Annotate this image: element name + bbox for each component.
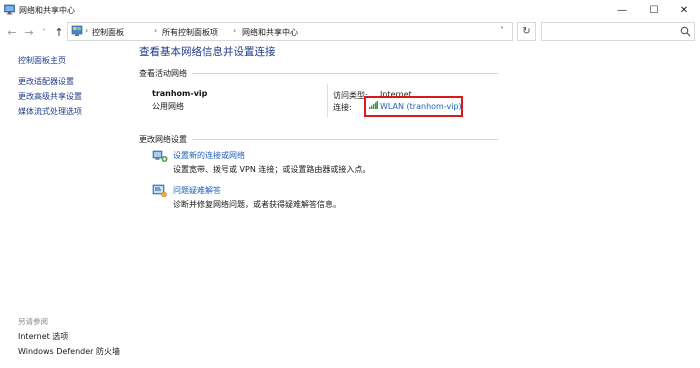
back-arrow-icon: ← bbox=[7, 25, 17, 39]
network-type: 公用网络 bbox=[152, 102, 184, 111]
troubleshoot-icon bbox=[152, 184, 167, 198]
troubleshoot-link[interactable]: 问题疑难解答 bbox=[173, 185, 221, 196]
sidebar-link-internet-options[interactable]: Internet 选项 bbox=[18, 331, 68, 342]
connection-label: 连接: bbox=[333, 103, 352, 112]
network-setup-icon bbox=[152, 150, 168, 162]
network-name: tranhom-vip bbox=[152, 89, 208, 98]
breadcrumb-separator: › bbox=[154, 26, 158, 35]
title-bar bbox=[0, 0, 700, 20]
sidebar-item-media-streaming[interactable]: 媒体流式处理选项 bbox=[18, 106, 82, 117]
back-button[interactable]: ← bbox=[5, 25, 19, 39]
sidebar-item-control-panel-home[interactable]: 控制面板主页 bbox=[18, 55, 66, 66]
refresh-button[interactable]: ↻ bbox=[517, 22, 536, 41]
sidebar-item-advanced-sharing[interactable]: 更改高级共享设置 bbox=[18, 91, 82, 102]
control-panel-icon bbox=[71, 25, 83, 36]
forward-button[interactable]: → bbox=[22, 25, 36, 39]
minimize-button[interactable]: — bbox=[606, 0, 638, 20]
sidebar-item-adapter-settings[interactable]: 更改适配器设置 bbox=[18, 76, 74, 87]
refresh-icon: ↻ bbox=[522, 26, 531, 37]
minimize-icon: — bbox=[617, 4, 627, 16]
sidebar-link-firewall[interactable]: Windows Defender 防火墙 bbox=[18, 346, 120, 357]
window-title: 网络和共享中心 bbox=[19, 6, 75, 15]
up-button[interactable]: ↑ bbox=[52, 25, 66, 39]
breadcrumb-separator: › bbox=[233, 26, 237, 35]
maximize-button[interactable]: ☐ bbox=[638, 0, 670, 20]
breadcrumb-network-center[interactable]: 网络和共享中心 bbox=[242, 27, 298, 38]
address-dropdown-icon[interactable]: ˅ bbox=[500, 26, 504, 35]
setup-new-connection-description: 设置宽带、拨号或 VPN 连接；或设置路由器或接入点。 bbox=[173, 165, 371, 174]
setup-new-connection-link[interactable]: 设置新的连接或网络 bbox=[173, 150, 245, 161]
breadcrumb-all-items[interactable]: 所有控制面板项 bbox=[162, 27, 218, 38]
forward-arrow-icon: → bbox=[24, 25, 34, 39]
section-divider bbox=[192, 73, 498, 74]
breadcrumb-separator: › bbox=[85, 26, 89, 35]
change-settings-heading: 更改网络设置 bbox=[139, 135, 187, 144]
wlan-connection-link[interactable]: WLAN (tranhom-vip) bbox=[380, 102, 462, 111]
see-also-heading: 另请参阅 bbox=[18, 317, 48, 326]
section-divider bbox=[192, 139, 498, 140]
maximize-icon: ☐ bbox=[649, 4, 659, 16]
breadcrumb-control-panel[interactable]: 控制面板 bbox=[92, 27, 124, 38]
active-networks-heading: 查看活动网络 bbox=[139, 69, 187, 78]
wifi-signal-icon bbox=[369, 101, 378, 109]
access-type-label: 访问类型: bbox=[333, 91, 368, 100]
search-input[interactable] bbox=[541, 22, 695, 41]
network-info-divider bbox=[327, 84, 328, 118]
up-arrow-icon: ↑ bbox=[54, 25, 64, 39]
network-center-app-icon bbox=[4, 4, 15, 15]
close-button[interactable]: ✕ bbox=[668, 0, 700, 20]
troubleshoot-description: 诊断并修复网络问题，或者获得疑难解答信息。 bbox=[173, 200, 341, 209]
recent-locations-button[interactable]: ˅ bbox=[37, 25, 51, 39]
search-icon bbox=[680, 26, 691, 37]
close-icon: ✕ bbox=[679, 4, 689, 16]
page-title: 查看基本网络信息并设置连接 bbox=[139, 46, 276, 58]
chevron-down-icon: ˅ bbox=[42, 27, 46, 37]
